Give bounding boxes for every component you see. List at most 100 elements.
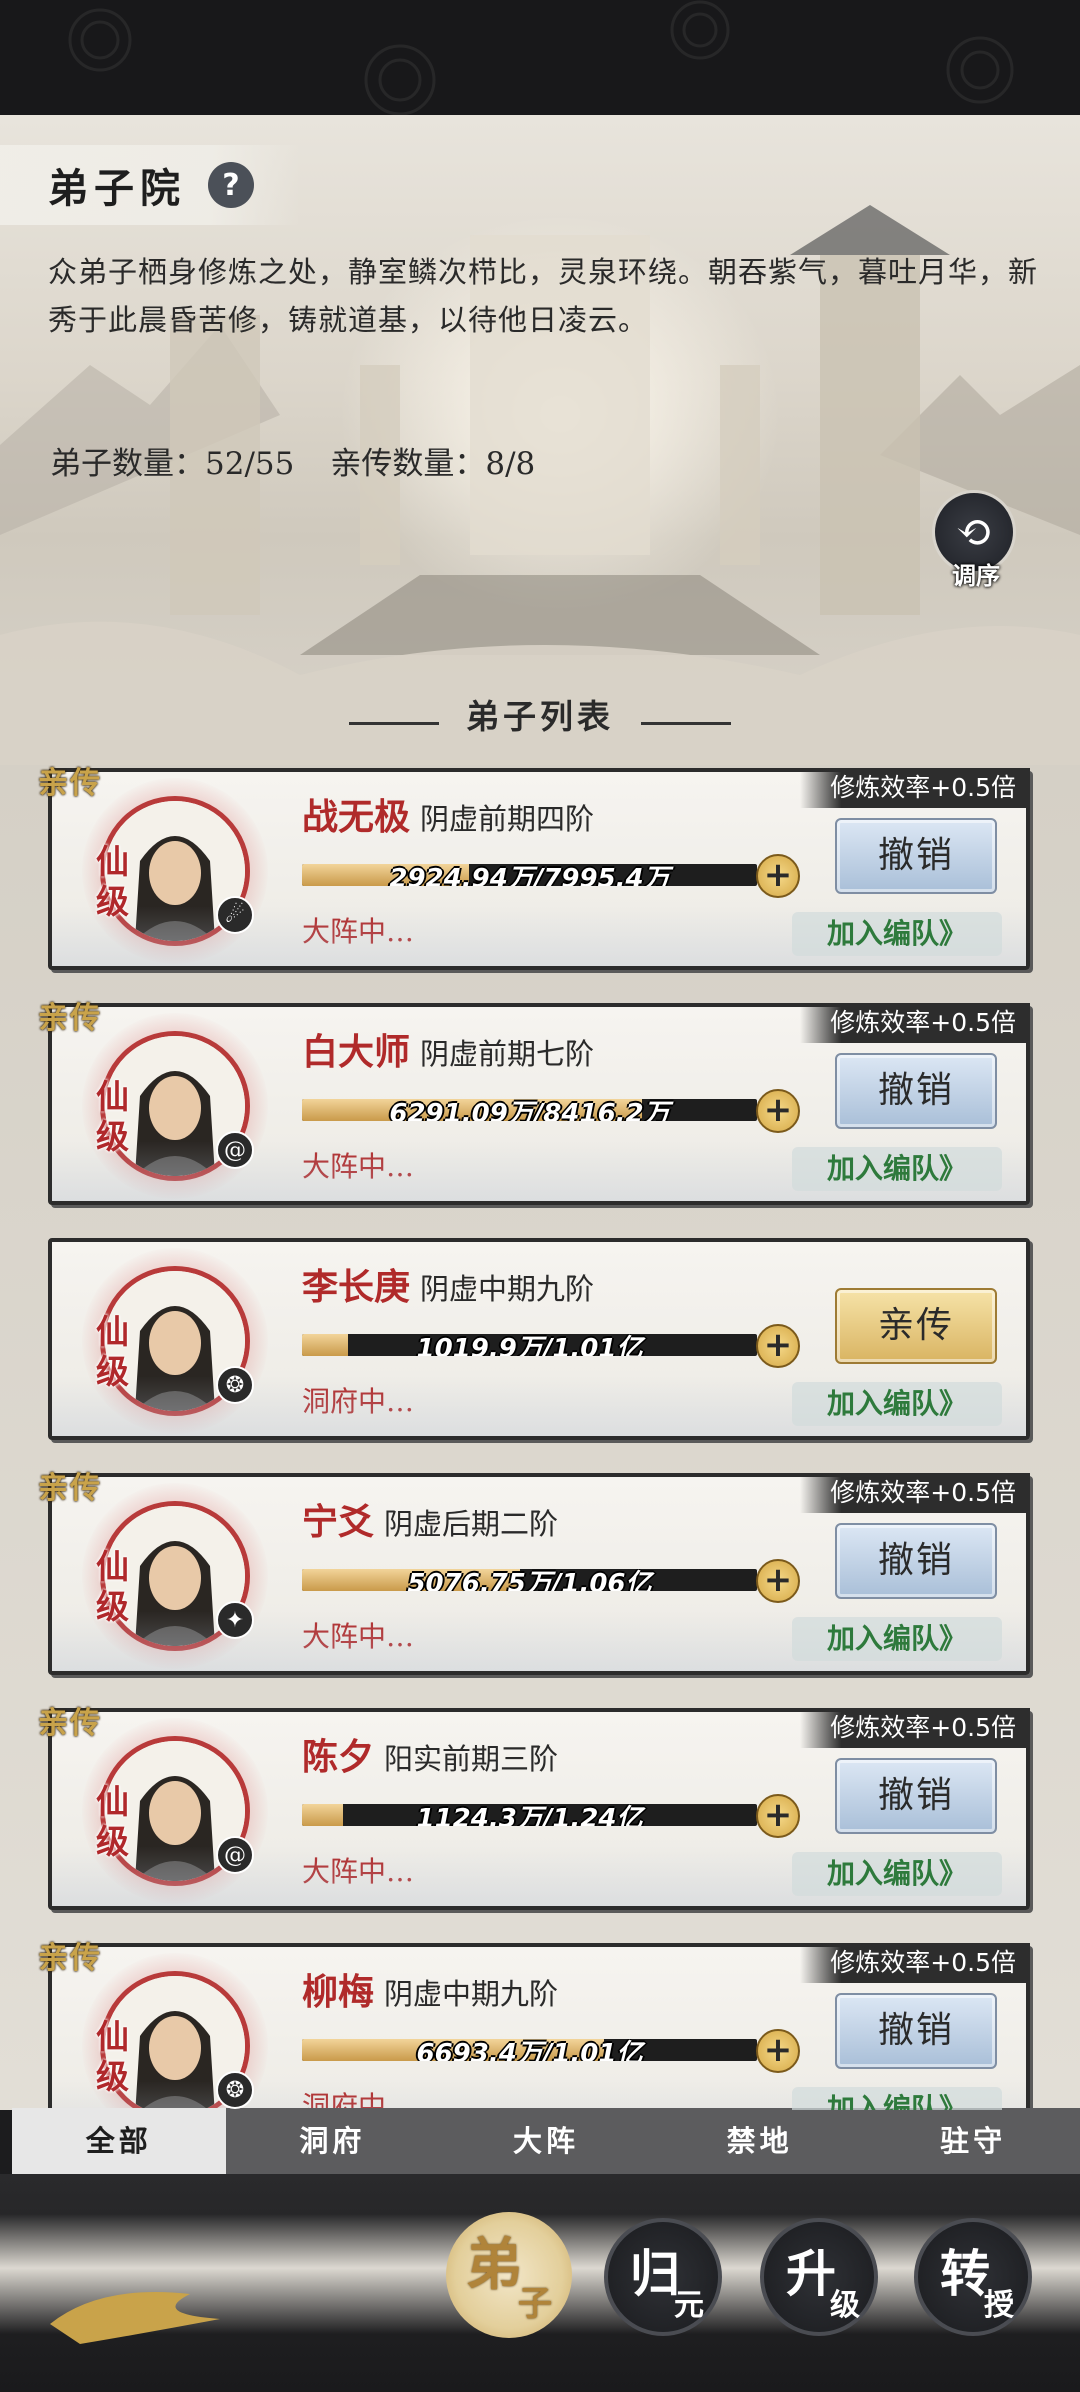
exp-value: 5076.75万/1.06亿 [407,1569,652,1591]
tab-2[interactable]: 大阵 [439,2108,653,2174]
join-team-button[interactable]: 加入编队》 [792,1382,1002,1426]
disciple-name: 陈夕 [302,1736,375,1778]
nav-main-char: 归 [630,2244,680,2303]
disciple-realm: 阴虚前期四阶 [420,802,595,836]
join-team-button[interactable]: 加入编队》 [792,2087,1002,2110]
disciple-card[interactable]: 亲传 修炼效率+0.5倍 仙级 @ 陈夕 阳实前期三阶 1124.3万/1.24亿… [38,1706,1030,1910]
efficiency-tag: 修炼效率+0.5倍 [800,1708,1030,1748]
exp-value: 6693.4万/1.01亿 [416,2039,643,2061]
direct-count: 亲传数量：8/8 [330,446,536,482]
fire-icon: ☄ [216,896,254,934]
tab-3[interactable]: 禁地 [653,2108,867,2174]
rank-tag: 仙级 [96,1312,129,1391]
disciple-location: 大阵中… [302,1855,415,1888]
revoke-button[interactable]: 撤销 [835,1053,997,1129]
nav-button-3[interactable]: 转授 [914,2218,1032,2336]
hero-banner: 弟子院 ? 众弟子栖身修炼之处，静室鳞次栉比，灵泉环绕。朝吞紫气，暮吐月华，新秀… [0,115,1080,765]
join-team-button[interactable]: 加入编队》 [792,1147,1002,1191]
exp-value: 2924.94万/7995.4万 [389,864,670,886]
disciple-location: 大阵中… [302,1150,415,1183]
revoke-button[interactable]: 撤销 [835,1758,997,1834]
exp-progress-bar: 1124.3万/1.24亿 [302,1804,757,1826]
tab-1[interactable]: 洞府 [226,2108,440,2174]
crane-decoration [50,2292,220,2344]
direct-badge: 亲传 [38,1941,102,1976]
nav-sub-char: 元 [674,2288,704,2323]
disciple-name: 李长庚 [302,1266,411,1308]
exp-progress-bar: 6693.4万/1.01亿 [302,2039,757,2061]
disciple-realm: 阳实前期三阶 [384,1742,559,1776]
tab-0[interactable]: 全部 [12,2108,226,2174]
tab-4[interactable]: 驻守 [866,2108,1080,2174]
direct-badge: 亲传 [38,1471,102,1506]
disciple-realm: 阴虚后期二阶 [384,1507,559,1541]
disciple-name: 柳梅 [302,1971,375,2013]
disciple-name-line: 陈夕 阳实前期三阶 [302,1728,558,1780]
add-exp-button[interactable]: + [756,1324,800,1368]
nav-button-1[interactable]: 归元 [604,2218,722,2336]
add-exp-button[interactable]: + [756,2029,800,2073]
ice-icon: ✦ [216,1601,254,1639]
exp-progress-bar: 5076.75万/1.06亿 [302,1569,757,1591]
disciple-card[interactable]: 亲传 修炼效率+0.5倍 仙级 ☄ 战无极 阴虚前期四阶 2924.94万/799… [38,766,1030,970]
disciple-card[interactable]: 亲传 修炼效率+0.5倍 仙级 ✦ 宁爻 阴虚后期二阶 5076.75万/1.06… [38,1471,1030,1675]
disciple-name-line: 宁爻 阴虚后期二阶 [302,1493,558,1545]
efficiency-tag: 修炼效率+0.5倍 [800,1943,1030,1983]
nav-main-char: 升 [786,2244,836,2303]
join-team-button[interactable]: 加入编队》 [792,912,1002,956]
exp-value: 1124.3万/1.24亿 [416,1804,643,1826]
question-icon[interactable]: ? [208,162,254,208]
exp-progress-bar: 1019.9万/1.01亿 [302,1334,757,1356]
exp-value: 6291.09万/8416.2万 [389,1099,670,1121]
disciple-location: 洞府中… [302,2090,415,2110]
efficiency-tag: 修炼效率+0.5倍 [800,1003,1030,1043]
revoke-button[interactable]: 撤销 [835,1993,997,2069]
rank-tag: 仙级 [96,1782,129,1861]
disciple-name-line: 白大师 阴虚前期七阶 [302,1023,594,1075]
efficiency-tag: 修炼效率+0.5倍 [800,768,1030,808]
disciple-card[interactable]: 亲传 修炼效率+0.5倍 仙级 ❂ 柳梅 阴虚中期九阶 6693.4万/1.01亿… [38,1941,1030,2110]
add-exp-button[interactable]: + [756,1559,800,1603]
status-bar [0,0,1080,115]
join-team-button[interactable]: 加入编队》 [792,1617,1002,1661]
title-bar: 弟子院 ? [0,145,300,225]
sort-label: 调序 [952,561,1000,590]
swirl-icon: @ [216,1131,254,1169]
add-exp-button[interactable]: + [756,1794,800,1838]
rank-tag: 仙级 [96,2017,129,2096]
wind-icon: ❂ [216,2071,254,2109]
revoke-button[interactable]: 撤销 [835,1523,997,1599]
section-header: 弟子列表 [0,690,1080,738]
disciple-realm: 阴虚中期九阶 [384,1977,559,2011]
add-exp-button[interactable]: + [756,854,800,898]
disciple-realm: 阴虚前期七阶 [420,1037,595,1071]
sort-button[interactable]: ⟲ 调序 [932,490,1020,600]
disciple-name-line: 柳梅 阴虚中期九阶 [302,1963,558,2015]
page-title: 弟子院 [48,165,186,212]
add-exp-button[interactable]: + [756,1089,800,1133]
make-direct-button[interactable]: 亲传 [835,1288,997,1364]
rank-tag: 仙级 [96,1077,129,1156]
disciple-count: 弟子数量：52/55 [50,446,295,482]
divider [348,722,439,725]
swirl-pattern [68,0,1014,115]
disciple-list[interactable]: 亲传 修炼效率+0.5倍 仙级 ☄ 战无极 阴虚前期四阶 2924.94万/799… [0,765,1080,2110]
exp-progress-bar: 2924.94万/7995.4万 [302,864,757,886]
disciple-card[interactable]: 仙级 ❂ 李长庚 阴虚中期九阶 1019.9万/1.01亿 + 洞府中… 亲传 加… [48,1238,1030,1440]
join-team-button[interactable]: 加入编队》 [792,1852,1002,1896]
disciple-name-line: 战无极 阴虚前期四阶 [302,788,594,840]
section-title: 弟子列表 [466,697,614,736]
nav-button-2[interactable]: 升级 [760,2218,878,2336]
nav-sub-char: 授 [984,2288,1014,2323]
revoke-button[interactable]: 撤销 [835,818,997,894]
divider [641,722,732,725]
stats-row: 弟子数量：52/55 亲传数量：8/8 [50,438,535,483]
disciple-card[interactable]: 亲传 修炼效率+0.5倍 仙级 @ 白大师 阴虚前期七阶 6291.09万/841… [38,1001,1030,1205]
exp-progress-bar: 6291.09万/8416.2万 [302,1099,757,1121]
disciple-location: 洞府中… [302,1385,415,1418]
direct-badge: 亲传 [38,766,102,801]
nav-button-0[interactable]: 弟子 [446,2212,572,2338]
disciple-name: 宁爻 [302,1501,375,1543]
rank-tag: 仙级 [96,842,129,921]
efficiency-tag: 修炼效率+0.5倍 [800,1473,1030,1513]
